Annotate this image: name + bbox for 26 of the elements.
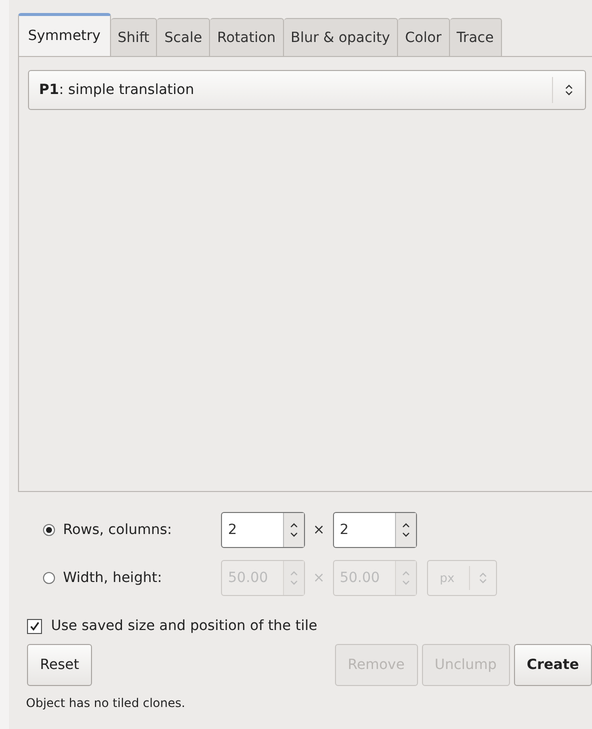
option-label: Rows, columns: [63,522,173,538]
updown-icon [478,572,487,584]
tab[interactable]: Symmetry [18,13,111,56]
checkbox-label: Use saved size and position of the tile [51,618,318,634]
tab[interactable]: Scale [157,18,210,56]
action-button[interactable]: Reset [27,644,92,686]
action-button[interactable]: Create [514,644,592,686]
symmetry-dropdown[interactable]: P1: simple translation [28,70,586,110]
updown-icon [290,569,298,587]
status-text: Object has no tiled clones. [25,695,186,710]
option-label: Width, height: [63,570,163,586]
spin-field[interactable]: 2 [332,512,417,548]
tab[interactable]: Shift [110,18,158,56]
checkbox[interactable] [27,618,42,634]
tab[interactable]: Trace [450,18,502,56]
tab[interactable]: Blur & opacity [284,18,398,56]
radio-button[interactable] [43,524,55,536]
updown-icon [565,84,573,96]
updown-icon [290,521,298,539]
spin-field[interactable]: 2 [221,512,305,548]
updown-icon [402,569,410,587]
times-sign: × [313,570,325,586]
tab[interactable]: Rotation [210,18,284,56]
times-sign: × [313,522,325,538]
updown-icon [402,521,410,539]
tab[interactable]: Color [398,18,450,56]
